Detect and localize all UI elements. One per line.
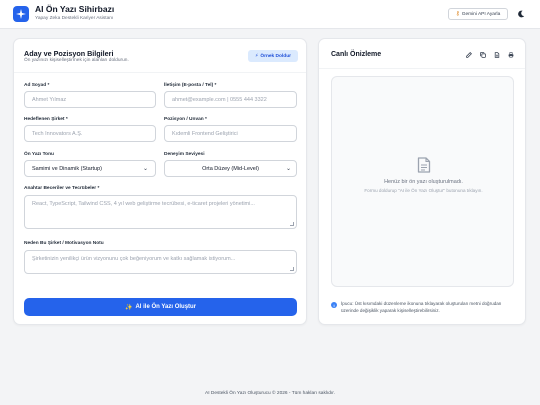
experience-value: Orta Düzey (Mid-Level) [202, 165, 259, 172]
copy-button[interactable] [479, 51, 487, 59]
empty-state-subtitle: Formu doldurup "AI ile Ön Yazı Oluştur" … [364, 188, 483, 193]
document-icon [417, 157, 431, 173]
download-icon [494, 52, 500, 58]
print-button[interactable] [507, 51, 515, 59]
name-input[interactable] [24, 91, 156, 108]
company-input[interactable] [24, 125, 156, 142]
example-fill-label: Örnek Doldur [260, 53, 292, 59]
form-subtitle: Ön yazınızı kişiselleştirmek için alanla… [24, 58, 129, 63]
sparkle-icon [13, 6, 29, 22]
experience-select[interactable]: Orta Düzey (Mid-Level) ⌄ [164, 160, 297, 177]
info-icon: i [331, 302, 337, 308]
empty-state-title: Henüz bir ön yazı oluşturulmadı. [384, 179, 463, 185]
form-divider [14, 72, 306, 73]
generate-label: AI ile Ön Yazı Oluştur [135, 304, 197, 310]
chevron-down-icon: ⌄ [142, 166, 148, 172]
preview-title: Canlı Önizleme [331, 51, 382, 58]
preview-area: Henüz bir ön yazı oluşturulmadı. Formu d… [331, 76, 514, 287]
motivation-label: Neden Bu Şirket / Motivasyon Notu [24, 241, 104, 246]
preview-divider [319, 68, 525, 69]
api-settings-button[interactable]: ⚷ Gemini API Ayarla [448, 8, 508, 20]
company-label: Hedeflenen Şirket * [24, 117, 68, 122]
form-card: Aday ve Pozisyon Bilgileri Ön yazınızı k… [13, 38, 307, 325]
print-icon [508, 52, 514, 58]
contact-input[interactable] [164, 91, 297, 108]
theme-toggle-button[interactable] [514, 7, 528, 21]
key-icon: ⚷ [455, 11, 460, 17]
preview-card: Canlı Önizleme Henüz bir ön yazı oluştur… [318, 38, 526, 325]
download-button[interactable] [493, 51, 501, 59]
name-label: Ad Soyad * [24, 83, 50, 88]
wand-icon: ✨ [124, 304, 133, 311]
experience-label: Deneyim Seviyesi [164, 152, 205, 157]
motivation-textarea[interactable] [24, 250, 297, 274]
form-title: Aday ve Pozisyon Bilgileri [24, 49, 114, 58]
resize-handle-icon[interactable] [290, 267, 294, 271]
app-subtitle: Yapay Zeka Destekli Kariyer Asistanı [35, 15, 114, 21]
tone-select[interactable]: Samimi ve Dinamik (Startup) ⌄ [24, 160, 156, 177]
skills-label: Anahtar Beceriler ve Tecrübeler * [24, 186, 100, 191]
bolt-icon: ⚡ [254, 53, 259, 59]
app-title: AI Ön Yazı Sihirbazı [35, 4, 115, 14]
edit-button[interactable] [465, 51, 473, 59]
resize-handle-icon[interactable] [290, 222, 294, 226]
chevron-down-icon: ⌄ [285, 166, 291, 172]
skills-textarea[interactable] [24, 195, 297, 229]
tip-text: İpucu: Üst kısımdaki düzenleme ikonuna t… [341, 301, 502, 313]
generate-button[interactable]: ✨ AI ile Ön Yazı Oluştur [24, 298, 297, 316]
edit-icon [466, 52, 472, 58]
example-fill-button[interactable]: ⚡ Örnek Doldur [248, 50, 298, 62]
position-input[interactable] [164, 125, 297, 142]
contact-label: İletişim (E-posta / Tel) * [164, 83, 217, 88]
app-header: AI Ön Yazı Sihirbazı Yapay Zeka Destekli… [0, 0, 540, 29]
moon-icon [518, 10, 525, 18]
footer-text: AI Destekli Ön Yazı Oluşturucu © 2026 - … [205, 391, 335, 396]
tone-value: Samimi ve Dinamik (Startup) [32, 165, 102, 172]
copy-icon [480, 52, 486, 58]
api-settings-label: Gemini API Ayarla [461, 11, 501, 17]
tone-label: Ön Yazı Tonu [24, 152, 54, 157]
position-label: Pozisyon / Unvan * [164, 117, 207, 122]
